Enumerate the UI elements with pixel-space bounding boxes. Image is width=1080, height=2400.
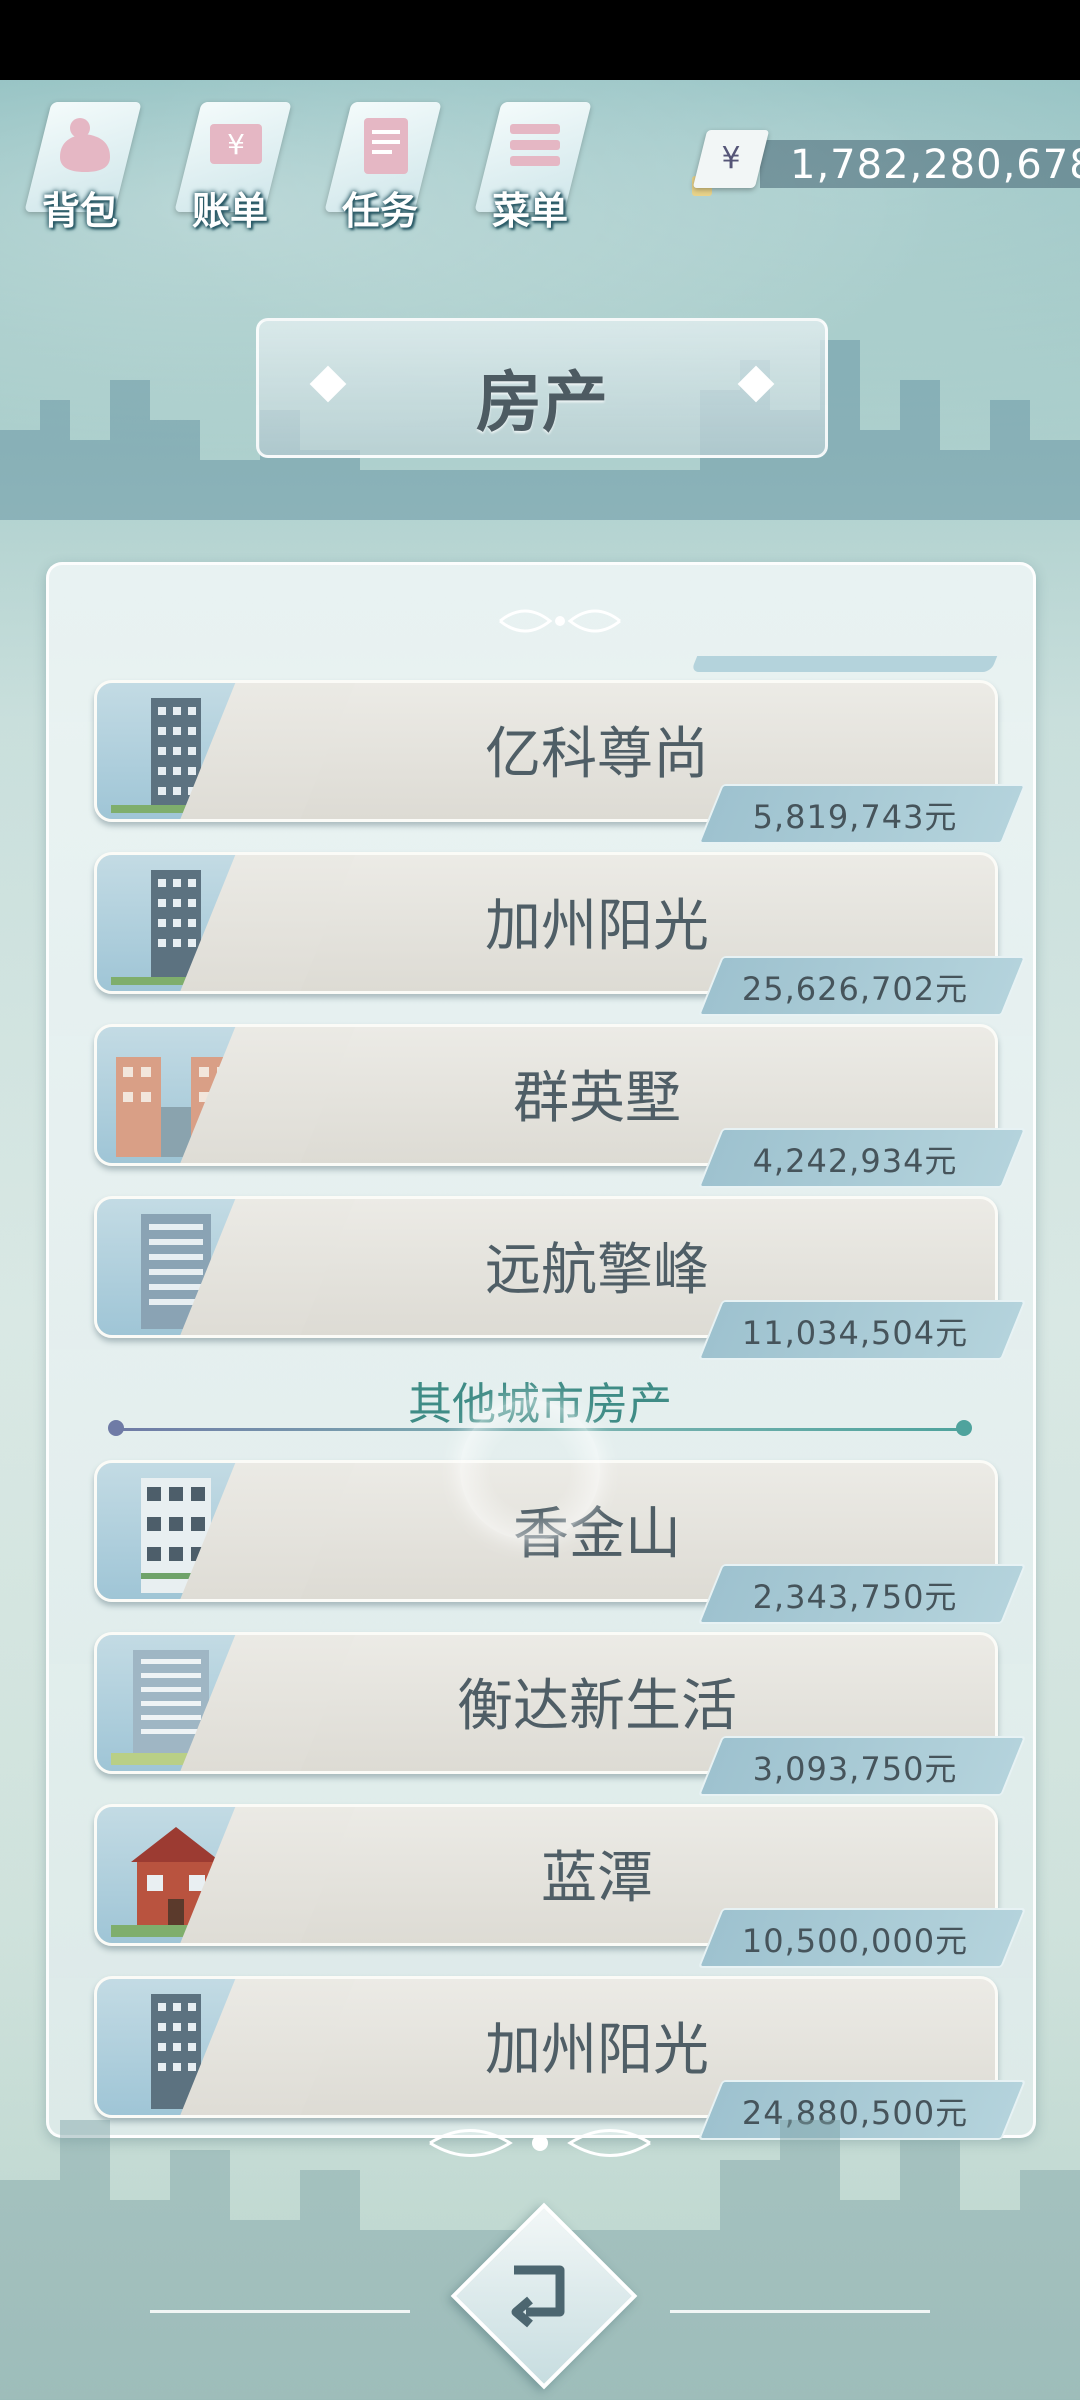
menu-label: 菜单 <box>491 189 568 233</box>
property-price: 25,626,702元 <box>741 970 969 1008</box>
bag-label: 背包 <box>41 189 118 233</box>
page-title: 房产 <box>476 364 608 441</box>
property-name: 远航擎峰 <box>485 1238 709 1303</box>
price-tag: 11,034,504元 <box>697 1300 1027 1360</box>
ornament-top-icon <box>499 609 621 633</box>
price-tag: 4,242,934元 <box>697 1128 1027 1188</box>
property-price: 11,034,504元 <box>741 1314 969 1352</box>
money-value: 1,782,280,678 <box>790 142 1080 188</box>
bill-label: 账单 <box>191 189 268 233</box>
property-name: 蓝潭 <box>541 1846 653 1911</box>
property-card[interactable]: 远航擎峰 11,034,504元 <box>94 1196 1027 1360</box>
property-name: 群英墅 <box>513 1066 681 1131</box>
property-card[interactable]: 蓝潭 10,500,000元 <box>94 1804 1027 1968</box>
property-card[interactable]: 加州阳光 25,626,702元 <box>94 852 1027 1016</box>
property-price: 3,093,750元 <box>752 1750 958 1788</box>
property-name: 亿科尊尚 <box>485 722 709 787</box>
property-name: 加州阳光 <box>485 894 709 959</box>
price-tag: 3,093,750元 <box>697 1736 1027 1796</box>
property-price: 2,343,750元 <box>752 1578 958 1616</box>
price-tag: 2,343,750元 <box>697 1564 1027 1624</box>
return-arrow-icon <box>511 2265 565 2328</box>
task-icon <box>364 118 408 174</box>
yuan-icon: ¥ <box>692 130 770 188</box>
bag-button[interactable]: 背包 <box>10 92 150 233</box>
divider-dot-icon <box>956 1420 972 1436</box>
divider-dot-icon <box>108 1420 124 1436</box>
price-tag: 25,626,702元 <box>697 956 1027 1016</box>
money-display: ¥ 1,782,280,678 <box>692 130 1080 200</box>
menu-button[interactable]: 菜单 <box>460 92 600 233</box>
property-price: 5,819,743元 <box>752 798 958 836</box>
title-banner: 房产 <box>256 318 828 458</box>
floor-line-right <box>670 2310 930 2313</box>
property-card[interactable]: 群英墅 4,242,934元 <box>94 1024 1027 1188</box>
property-price: 4,242,934元 <box>752 1142 958 1180</box>
scrolled-card-edge <box>690 656 998 672</box>
task-label: 任务 <box>341 189 418 233</box>
status-bar <box>0 0 1080 80</box>
floating-bubble-icon[interactable] <box>460 1400 600 1540</box>
bill-button[interactable]: ¥ 账单 <box>160 92 300 233</box>
floor-line-left <box>150 2310 410 2313</box>
property-price: 10,500,000元 <box>741 1922 969 1960</box>
property-card[interactable]: 亿科尊尚 5,819,743元 <box>94 680 1027 844</box>
price-tag: 10,500,000元 <box>697 1908 1027 1968</box>
property-card[interactable]: 衡达新生活 3,093,750元 <box>94 1632 1027 1796</box>
svg-text:¥: ¥ <box>227 128 245 161</box>
menu-icon <box>510 124 560 166</box>
property-name: 衡达新生活 <box>457 1674 737 1739</box>
price-tag: 5,819,743元 <box>697 784 1027 844</box>
bill-icon: ¥ <box>210 124 262 164</box>
bag-icon <box>60 118 110 172</box>
property-name: 香金山 <box>513 1502 681 1567</box>
task-button[interactable]: 任务 <box>310 92 450 233</box>
